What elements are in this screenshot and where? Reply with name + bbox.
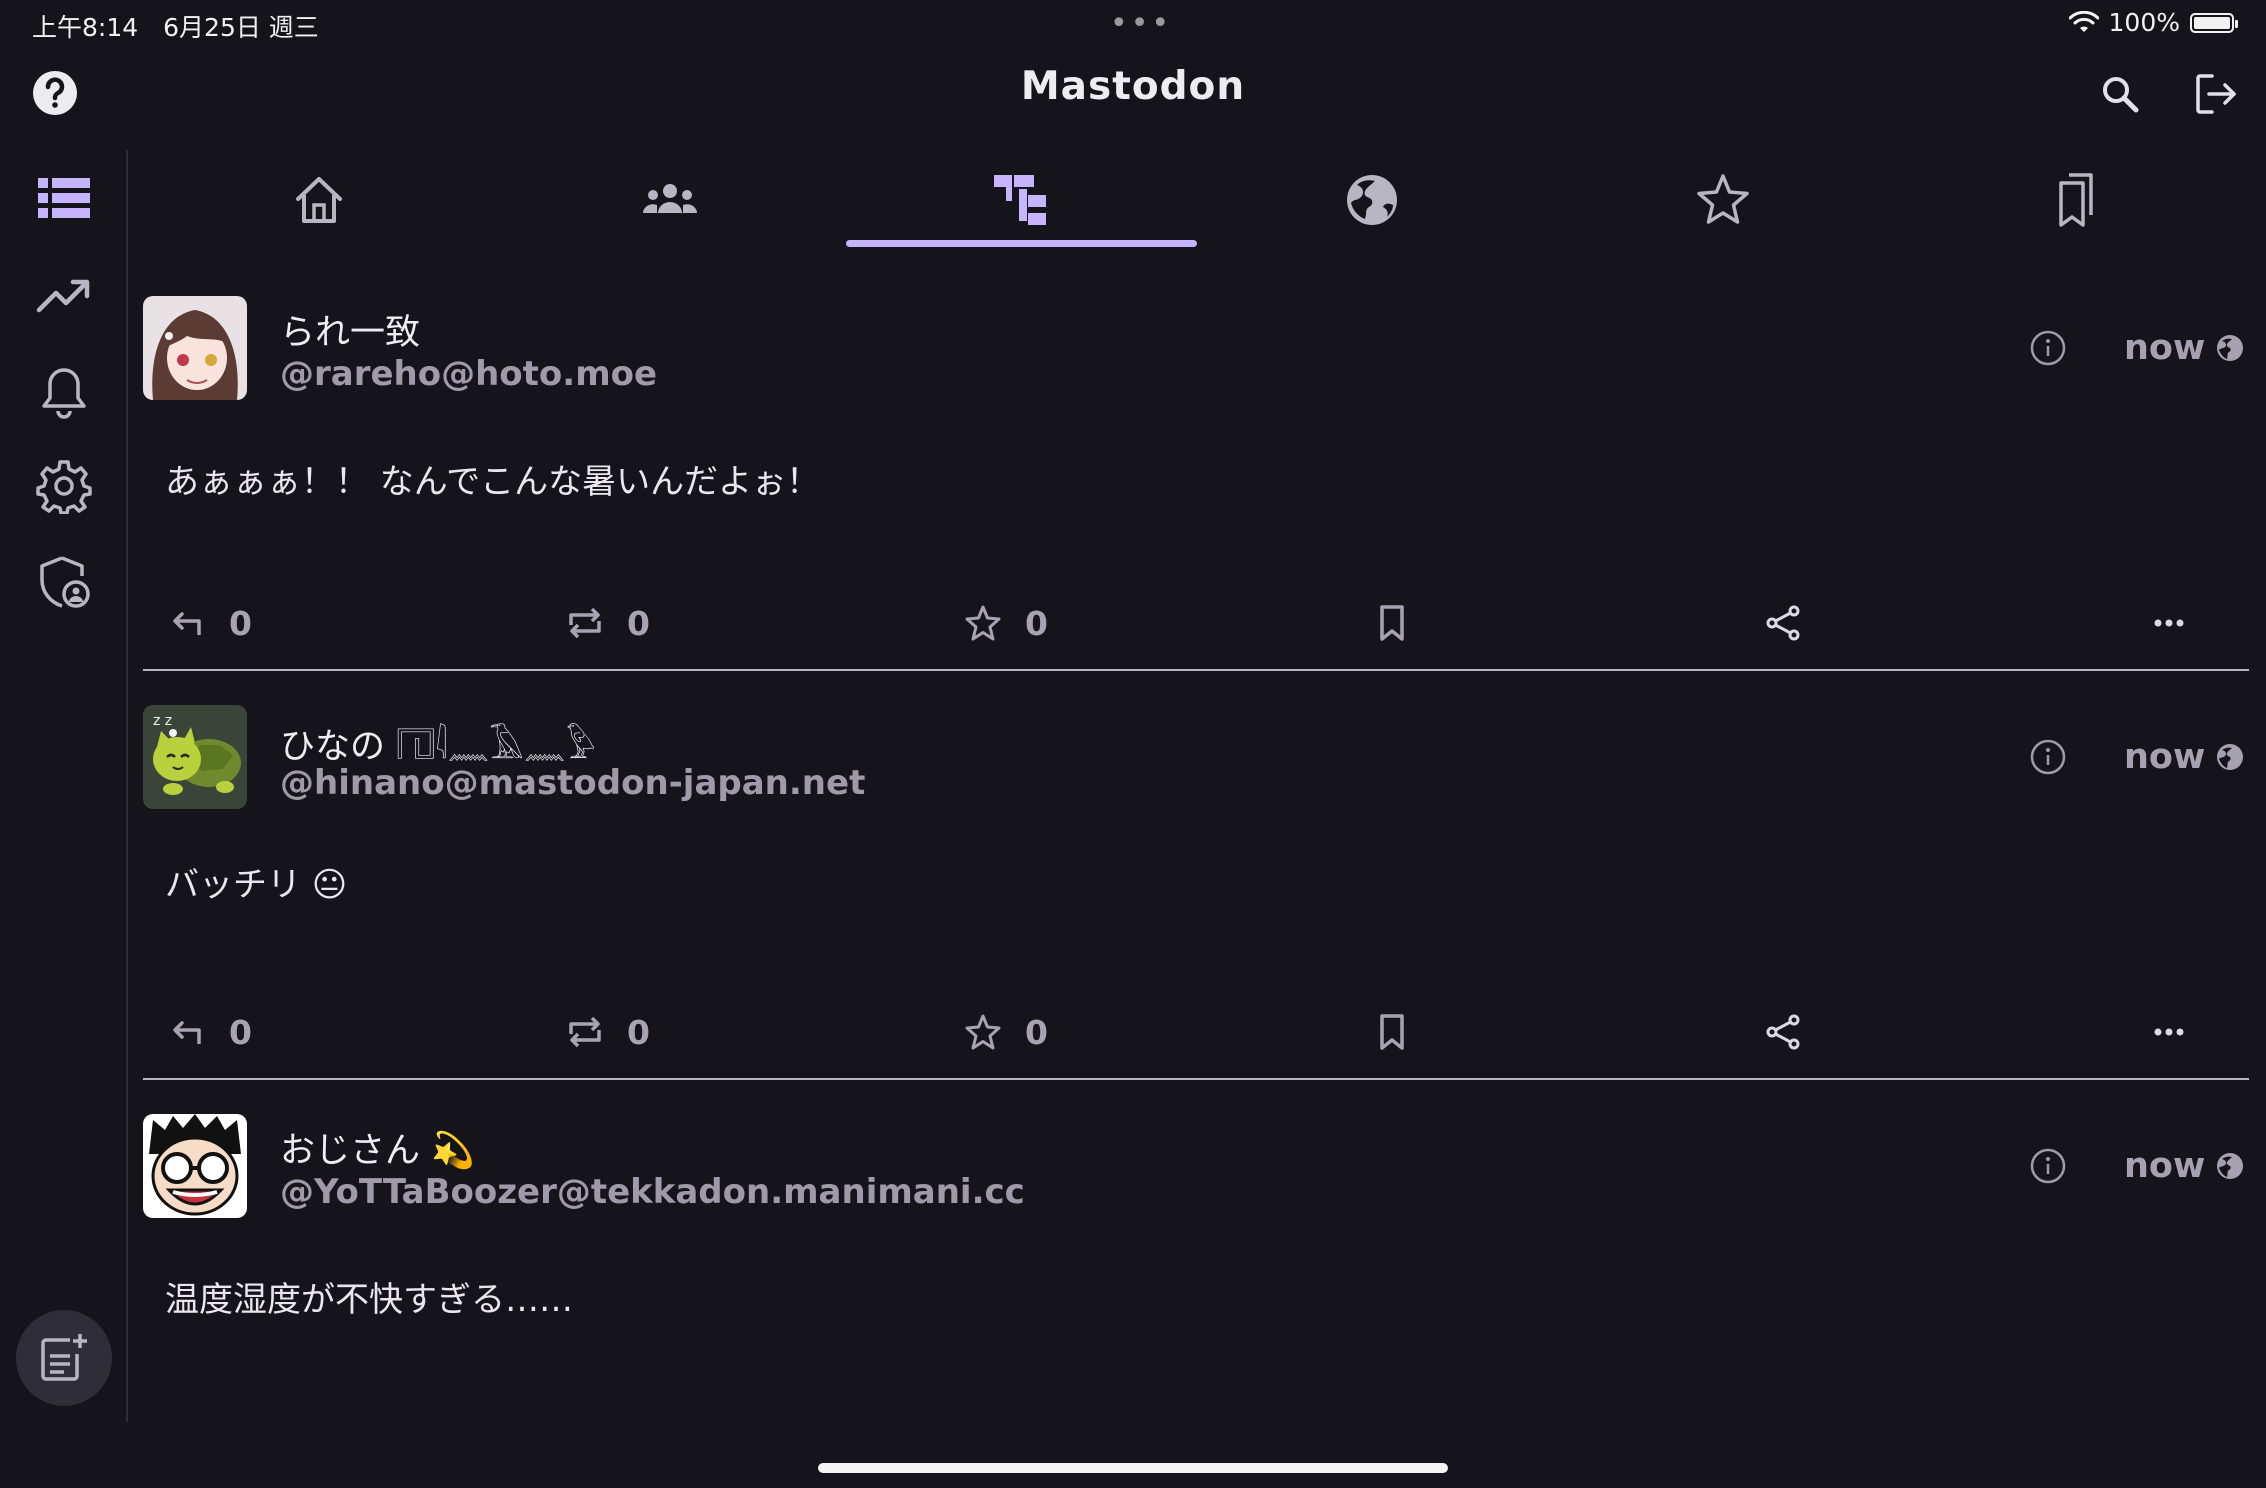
- wifi-icon: [2068, 10, 2099, 32]
- tab-indicator: [846, 240, 1197, 247]
- post-meta: now: [2028, 737, 2245, 777]
- star-icon: [965, 605, 1001, 641]
- boost-button[interactable]: 0: [565, 1002, 650, 1062]
- avatar[interactable]: z z: [143, 705, 247, 809]
- post-meta: now: [2028, 328, 2245, 368]
- timeline-tabs: [143, 150, 2266, 250]
- post[interactable]: z z ひなの 𓉔𓇋𓈖𓄿𓈖𓅱 @hinano@mastodon-japan.ne…: [143, 705, 2249, 1085]
- post[interactable]: おじさん 💫 @YoTTaBoozer@tekkadon.manimani.cc…: [143, 1114, 2249, 1414]
- favourite-count: 0: [1025, 603, 1048, 643]
- shield-user-icon[interactable]: [36, 554, 92, 610]
- timeline-list-icon[interactable]: [36, 172, 92, 228]
- info-icon[interactable]: [2028, 328, 2068, 368]
- bookmark-icon: [1380, 605, 1404, 641]
- tab-local[interactable]: [494, 150, 845, 250]
- share-button[interactable]: [1763, 593, 1803, 653]
- account-handle[interactable]: @YoTTaBoozer@tekkadon.manimani.cc: [280, 1172, 1025, 1212]
- more-icon: [2154, 1028, 2184, 1036]
- bookmarks-icon: [2058, 173, 2093, 227]
- post[interactable]: られ一致 @rareho@hoto.moe now あぁぁぁ！！ なんでこんな暑…: [143, 296, 2249, 676]
- post-content: バッチリ 😐: [165, 865, 348, 905]
- tab-federated-tree[interactable]: [845, 150, 1196, 250]
- post-content: あぁぁぁ！！ なんでこんな暑いんだよぉ！: [165, 462, 821, 502]
- boost-count: 0: [627, 1012, 650, 1052]
- status-indicators: 100%: [2068, 8, 2238, 37]
- post-actions: 0 0 0: [143, 593, 2249, 653]
- reply-button[interactable]: 0: [167, 1002, 252, 1062]
- post-actions: 0 0 0: [143, 1002, 2249, 1062]
- search-icon[interactable]: [2098, 72, 2142, 116]
- compose-button[interactable]: [16, 1310, 112, 1406]
- account-handle[interactable]: @rareho@hoto.moe: [280, 354, 657, 394]
- boost-icon: [569, 1016, 601, 1048]
- post-time: now: [2124, 328, 2206, 368]
- tree-icon: [993, 175, 1046, 225]
- info-icon[interactable]: [2028, 1146, 2068, 1186]
- bookmark-button[interactable]: [1372, 593, 1412, 653]
- reply-icon: [173, 1021, 201, 1044]
- side-rail: [0, 150, 128, 1422]
- display-name: られ一致: [280, 313, 421, 353]
- more-button[interactable]: [2149, 593, 2189, 653]
- boost-count: 0: [627, 603, 650, 643]
- info-icon[interactable]: [2028, 737, 2068, 777]
- avatar[interactable]: [143, 296, 247, 400]
- battery-percent: 100%: [2108, 8, 2180, 37]
- post-meta: now: [2028, 1146, 2245, 1186]
- status-time-date: 上午8:14 6月25日 週三: [32, 13, 319, 42]
- logout-icon[interactable]: [2192, 70, 2240, 118]
- boost-button[interactable]: 0: [565, 593, 650, 653]
- star-icon: [1696, 174, 1749, 224]
- boost-icon: [569, 607, 601, 639]
- share-icon: [1766, 1014, 1800, 1050]
- post-time: now: [2124, 737, 2206, 777]
- display-name: ひなの 𓉔𓇋𓈖𓄿𓈖𓅱: [280, 727, 596, 767]
- reply-icon: [173, 612, 201, 635]
- trending-icon[interactable]: [36, 268, 92, 324]
- favourite-count: 0: [1025, 1012, 1048, 1052]
- post-time: now: [2124, 1146, 2206, 1186]
- page-title: Mastodon: [1020, 64, 1246, 109]
- people-icon: [642, 184, 697, 213]
- tab-home[interactable]: [143, 150, 494, 250]
- compose-icon: [41, 1334, 87, 1381]
- visibility-globe-icon: [2217, 744, 2244, 770]
- account-handle[interactable]: @hinano@mastodon-japan.net: [280, 763, 865, 803]
- svg-text:z z: z z: [153, 713, 172, 729]
- star-icon: [965, 1014, 1001, 1050]
- post-divider: [143, 1078, 2249, 1080]
- visibility-globe-icon: [2217, 335, 2244, 361]
- favourite-button[interactable]: 0: [963, 593, 1048, 653]
- favourite-button[interactable]: 0: [963, 1002, 1048, 1062]
- multitasking-dots[interactable]: •••: [1110, 6, 1172, 41]
- more-button[interactable]: [2149, 1002, 2189, 1062]
- home-icon: [295, 177, 342, 223]
- visibility-globe-icon: [2217, 1153, 2244, 1179]
- post-divider: [143, 669, 2249, 671]
- tab-bookmarks[interactable]: [1898, 150, 2249, 250]
- globe-icon: [1346, 175, 1397, 225]
- status-bar: 上午8:14 6月25日 週三 ••• 100%: [0, 0, 2266, 46]
- avatar[interactable]: [143, 1114, 247, 1218]
- reply-count: 0: [229, 1012, 252, 1052]
- bookmark-button[interactable]: [1372, 1002, 1412, 1062]
- bell-icon[interactable]: [36, 364, 92, 420]
- reply-button[interactable]: 0: [167, 593, 252, 653]
- tab-favourites[interactable]: [1547, 150, 1898, 250]
- post-content: 温度湿度が不快すぎる……: [165, 1280, 573, 1320]
- display-name: おじさん 💫: [280, 1131, 475, 1171]
- home-indicator[interactable]: [818, 1463, 1448, 1473]
- more-icon: [2154, 619, 2184, 627]
- gear-icon[interactable]: [36, 458, 92, 514]
- battery-icon: [2190, 12, 2238, 33]
- tab-public[interactable]: [1196, 150, 1547, 250]
- bookmark-icon: [1380, 1014, 1404, 1050]
- share-icon: [1766, 605, 1800, 641]
- reply-count: 0: [229, 603, 252, 643]
- share-button[interactable]: [1763, 1002, 1803, 1062]
